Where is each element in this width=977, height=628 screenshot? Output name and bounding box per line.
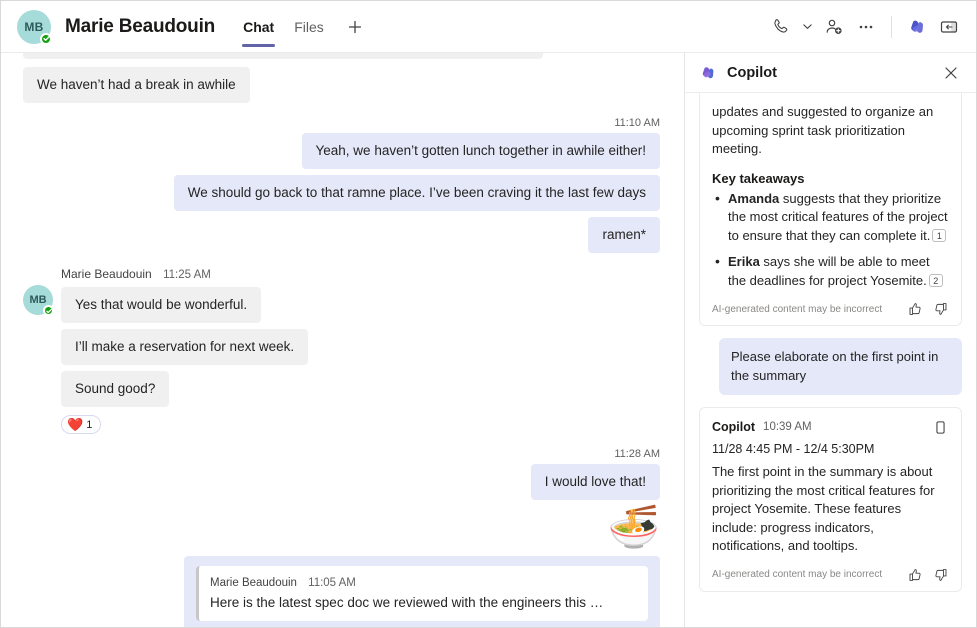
copilot-icon[interactable]	[902, 12, 932, 42]
tab-files[interactable]: Files	[284, 1, 334, 53]
copilot-header: Copilot	[685, 53, 976, 93]
message-bubble-with-quote: Marie Beaudouin 11:05 AM Here is the lat…	[184, 556, 660, 628]
ai-disclaimer: AI-generated content may be incorrect	[712, 304, 882, 315]
table-row[interactable]: We should go back to that ramne place. I…	[1, 175, 686, 211]
copy-icon[interactable]	[931, 418, 949, 436]
add-tab-button[interactable]	[340, 12, 370, 42]
table-row[interactable]: I would love that!	[1, 464, 686, 500]
sender-time: 11:25 AM	[163, 269, 211, 281]
quote-text: Here is the latest spec doc we reviewed …	[210, 594, 610, 612]
copilot-reply-body: The first point in the summary is about …	[712, 463, 949, 556]
reaction-badge[interactable]: ❤️ 1	[61, 415, 101, 434]
feedback-buttons	[907, 301, 949, 317]
presence-available-icon	[43, 305, 54, 316]
close-icon[interactable]	[938, 60, 964, 86]
thumbs-down-icon[interactable]	[933, 567, 949, 583]
thumbs-down-icon[interactable]	[933, 301, 949, 317]
avatar[interactable]: MB	[23, 285, 53, 315]
ramen-emoji-icon: 🍜	[608, 502, 660, 552]
citation-badge[interactable]: 2	[929, 274, 943, 287]
copilot-summary-card: updates and suggested to organize an upc…	[699, 93, 962, 326]
copilot-reply-range: 11/28 4:45 PM - 12/4 5:30PM	[712, 442, 949, 456]
copilot-reply-author: Copilot	[712, 420, 755, 434]
avatar[interactable]: MB	[17, 10, 51, 44]
message-timestamp: 11:28 AM	[1, 448, 686, 460]
message-bubble: Yeah, we haven’t gotten lunch together i…	[302, 133, 660, 169]
quote-time: 11:05 AM	[308, 577, 356, 589]
message-bubble: Yes that would be wonderful.	[61, 287, 261, 323]
message-bubble: ramen*	[588, 217, 660, 253]
thumbs-up-icon[interactable]	[907, 567, 923, 583]
quote-sender: Marie Beaudouin	[210, 577, 297, 589]
tab-chat-label: Chat	[243, 19, 274, 35]
heart-icon: ❤️	[67, 418, 83, 431]
message-sender-line: Marie Beaudouin 11:25 AM	[61, 267, 211, 281]
message-bubble: I would love that!	[531, 464, 660, 500]
ai-disclaimer: AI-generated content may be incorrect	[712, 569, 882, 580]
copilot-reply-time: 10:39 AM	[763, 421, 812, 433]
copilot-title: Copilot	[727, 65, 777, 81]
chevron-down-icon[interactable]	[797, 12, 817, 42]
copilot-card-footer: AI-generated content may be incorrect	[712, 565, 949, 583]
copilot-panel: Copilot updates and suggested to organiz…	[684, 53, 976, 628]
tab-chat[interactable]: Chat	[233, 1, 284, 53]
message-bubble: I’ll make a reservation for next week.	[61, 329, 308, 365]
toggle-side-panel-icon[interactable]	[934, 12, 964, 42]
list-item: Erika says she will be able to meet the …	[712, 253, 949, 290]
message-row-cut	[1, 53, 686, 59]
copilot-user-message: Please elaborate on the first point in t…	[719, 338, 962, 395]
message-timestamp: 11:10 AM	[1, 117, 686, 129]
more-options-button[interactable]	[851, 12, 881, 42]
message-bubble: We should go back to that ramne place. I…	[174, 175, 660, 211]
message-bubble-cut	[23, 53, 543, 59]
copilot-logo-icon	[699, 64, 717, 82]
copilot-reply-card: Copilot 10:39 AM 11/28 4:45 PM - 12/4 5:…	[699, 407, 962, 592]
add-person-button[interactable]	[819, 12, 849, 42]
copilot-takeaways-heading: Key takeaways	[712, 171, 949, 186]
feedback-buttons	[907, 567, 949, 583]
reaction-count: 1	[86, 419, 92, 431]
avatar-column: MB	[15, 267, 61, 434]
quoted-message[interactable]: Marie Beaudouin 11:05 AM Here is the lat…	[196, 566, 648, 621]
message-bubble: Sound good?	[61, 371, 169, 407]
chat-header: MB Marie Beaudouin Chat Files	[1, 1, 977, 53]
takeaway-person: Erika	[728, 254, 760, 269]
call-button[interactable]	[765, 12, 795, 42]
message-group-incoming: MB Marie Beaudouin 11:25 AM Yes that wou…	[1, 267, 686, 434]
takeaway-person: Amanda	[728, 191, 779, 206]
thumbs-up-icon[interactable]	[907, 301, 923, 317]
page-title: Marie Beaudouin	[65, 16, 215, 38]
emoji-message-row[interactable]: 🍜	[1, 502, 686, 552]
table-row[interactable]: Yeah, we haven’t gotten lunch together i…	[1, 133, 686, 169]
teams-chat-window: MB Marie Beaudouin Chat Files	[0, 0, 977, 628]
table-row[interactable]: We haven’t had a break in awhile	[1, 67, 686, 103]
copilot-summary-intro: updates and suggested to organize an upc…	[712, 93, 949, 159]
group-messages: Marie Beaudouin 11:25 AM Yes that would …	[61, 267, 660, 434]
chat-tabs: Chat Files	[233, 1, 370, 53]
header-left: MB Marie Beaudouin Chat Files	[1, 1, 370, 53]
quote-header: Marie Beaudouin 11:05 AM	[210, 574, 636, 592]
copilot-reply-header: Copilot 10:39 AM	[712, 418, 949, 436]
header-actions	[765, 12, 977, 42]
list-item: Amanda suggests that they prioritize the…	[712, 190, 949, 246]
sender-name: Marie Beaudouin	[61, 267, 152, 281]
message-bubble: We haven’t had a break in awhile	[23, 67, 250, 103]
divider	[891, 16, 892, 38]
copilot-conversation[interactable]: updates and suggested to organize an upc…	[685, 93, 976, 628]
tab-files-label: Files	[294, 19, 324, 35]
citation-badge[interactable]: 1	[932, 229, 946, 242]
copilot-takeaways-list: Amanda suggests that they prioritize the…	[712, 190, 949, 291]
table-row[interactable]: Marie Beaudouin 11:05 AM Here is the lat…	[1, 556, 686, 628]
presence-available-icon	[40, 33, 52, 45]
message-list[interactable]: We haven’t had a break in awhile 11:10 A…	[1, 53, 686, 628]
table-row[interactable]: ramen*	[1, 217, 686, 253]
copilot-card-footer: AI-generated content may be incorrect	[712, 299, 949, 317]
